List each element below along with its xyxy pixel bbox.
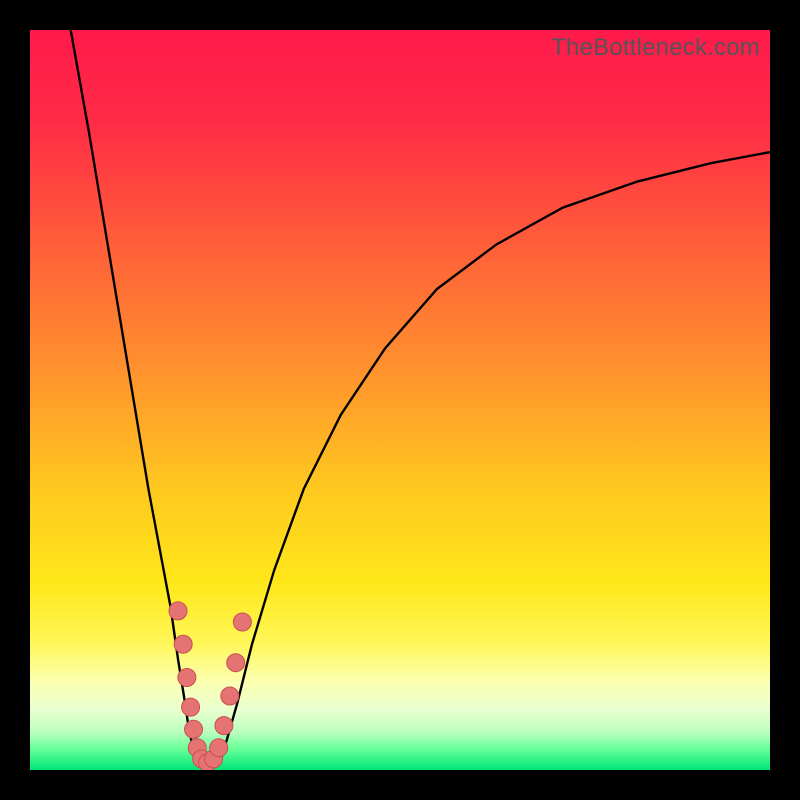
watermark-text: TheBottleneck.com [551, 34, 760, 62]
data-marker [182, 698, 200, 716]
plot-area: TheBottleneck.com [30, 30, 770, 770]
data-marker [169, 602, 187, 620]
curve-layer [30, 30, 770, 770]
data-marker [227, 654, 245, 672]
data-marker [215, 717, 233, 735]
data-marker [233, 613, 251, 631]
bottleneck-curve [71, 30, 770, 768]
data-marker [185, 720, 203, 738]
chart-frame: TheBottleneck.com [0, 0, 800, 800]
data-marker [221, 687, 239, 705]
data-marker [178, 669, 196, 687]
data-marker [210, 739, 228, 757]
data-marker [174, 635, 192, 653]
